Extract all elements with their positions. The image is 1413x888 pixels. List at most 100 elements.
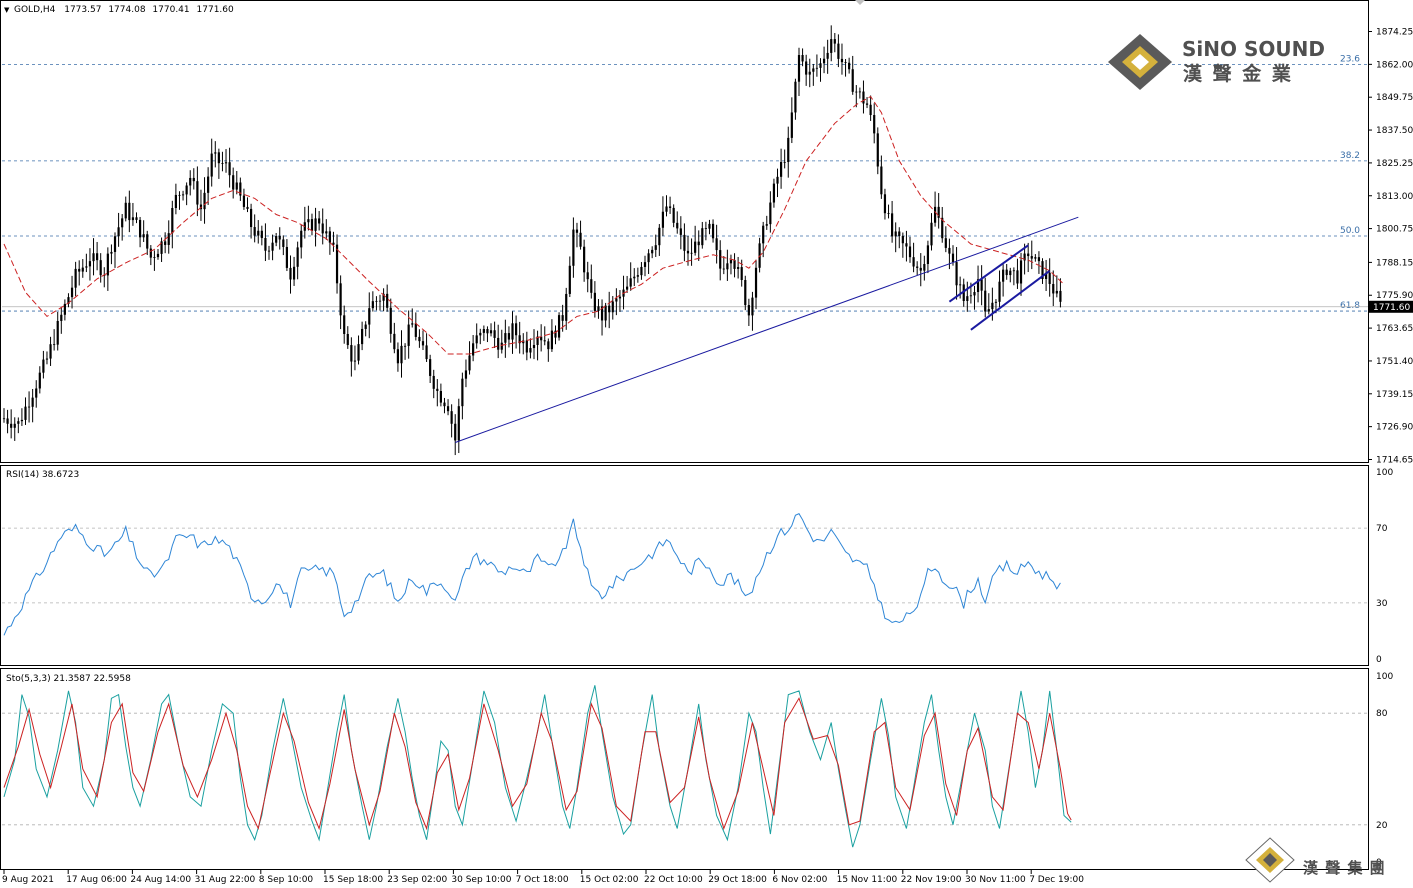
- candle-body: [636, 275, 639, 277]
- candle-body: [797, 55, 801, 82]
- candle-body: [181, 194, 185, 196]
- candle-body: [514, 323, 518, 336]
- candle-body: [178, 194, 181, 196]
- candle-body: [679, 228, 682, 235]
- candle-body: [1048, 272, 1051, 284]
- time-tick-label: 29 Oct 18:00: [708, 875, 767, 885]
- candle-body: [429, 359, 432, 376]
- candle-body: [665, 206, 668, 212]
- support-trendline[interactable]: [455, 216, 1079, 443]
- candle-body: [561, 315, 564, 321]
- candle-body: [368, 308, 371, 325]
- candle-body: [930, 222, 933, 246]
- time-tick-label: 7 Oct 18:00: [516, 875, 569, 885]
- candle-body: [167, 233, 170, 245]
- candle-body: [500, 342, 503, 350]
- candle-body: [511, 323, 514, 340]
- candle-body: [135, 217, 138, 220]
- candle-body: [117, 227, 120, 237]
- brand-name-en: SiNO SOUND: [1182, 37, 1325, 61]
- candle-body: [654, 245, 657, 250]
- candle-body: [110, 251, 113, 254]
- candle-body: [611, 301, 614, 313]
- candle-body: [676, 222, 679, 229]
- symbol-header: GOLD,H4 1773.57 1774.08 1770.41 1771.60: [14, 5, 234, 15]
- candle-body: [848, 62, 851, 70]
- candle-body: [729, 260, 733, 264]
- footer-logo: 漢 聲 集 團: [1245, 837, 1385, 883]
- candle-body: [787, 137, 790, 162]
- candle-body: [887, 213, 890, 215]
- rsi-line: [3, 513, 1061, 636]
- candle-body: [815, 67, 819, 69]
- time-tick-label: 8 Sep 10:00: [259, 875, 314, 885]
- candle-body: [411, 323, 414, 325]
- trading-chart[interactable]: 23.638.250.061.8 1874.251862.001849.7518…: [0, 0, 1413, 888]
- candle-body: [92, 253, 95, 262]
- sto-tick-label: 100: [1376, 672, 1393, 682]
- candle-body: [60, 314, 63, 321]
- candle-body: [883, 194, 887, 214]
- candle-body: [994, 301, 998, 303]
- candle-body: [10, 423, 13, 428]
- candle-body: [421, 341, 425, 346]
- rsi-tick-label: 30: [1376, 599, 1388, 609]
- candle-body: [618, 296, 622, 299]
- candle-body: [726, 263, 729, 270]
- candle-body: [282, 239, 285, 247]
- candle-body: [138, 219, 142, 238]
- candle-body: [668, 206, 672, 208]
- candle-body: [923, 264, 926, 271]
- candle-body: [224, 162, 228, 164]
- rsi-pane-frame: [0, 465, 1369, 666]
- candle-body: [583, 246, 586, 273]
- candle-body: [593, 292, 596, 311]
- candle-body: [432, 375, 435, 389]
- candle-body: [869, 104, 872, 116]
- candle-body: [99, 260, 102, 276]
- candle-body: [812, 68, 815, 72]
- candle-body: [547, 341, 550, 350]
- candle-body: [189, 177, 192, 186]
- candle-body: [1005, 269, 1008, 276]
- candle-body: [296, 247, 299, 267]
- candle-body: [482, 329, 485, 333]
- time-tick-label: 15 Sep 18:00: [323, 875, 383, 885]
- candle-body: [615, 298, 618, 302]
- candle-body: [85, 266, 88, 268]
- time-tick-label: 23 Sep 02:00: [387, 875, 447, 885]
- candle-body: [837, 43, 840, 59]
- candle-body: [113, 236, 117, 252]
- candle-body: [658, 227, 661, 246]
- candle-body: [550, 330, 554, 350]
- candle-body: [779, 162, 783, 177]
- candle-body: [2, 418, 6, 420]
- candle-body: [894, 231, 897, 237]
- candle-body: [876, 133, 879, 167]
- candle-body: [991, 302, 994, 310]
- candle-body: [1009, 270, 1012, 276]
- candle-body: [754, 267, 758, 298]
- candle-body: [400, 345, 403, 364]
- candle-body: [128, 202, 131, 221]
- chart-dropdown-icon[interactable]: ▼: [4, 6, 10, 14]
- time-tick-label: 15 Oct 02:00: [580, 875, 639, 885]
- candle-body: [124, 202, 127, 219]
- candle-body: [450, 411, 453, 424]
- candle-body: [701, 228, 704, 246]
- candle-body: [565, 293, 568, 321]
- candle-body: [908, 246, 912, 258]
- candle-body: [257, 230, 260, 236]
- candle-body: [121, 218, 124, 228]
- candle-body: [769, 202, 772, 225]
- candle-body: [830, 39, 833, 53]
- shift-marker-icon[interactable]: [855, 0, 865, 5]
- candle-body: [203, 192, 206, 210]
- candle-body: [321, 223, 324, 234]
- candle-body: [275, 236, 278, 243]
- candle-body: [6, 418, 9, 424]
- candle-body: [905, 243, 908, 247]
- candle-body: [88, 261, 92, 267]
- candle-body: [446, 406, 450, 412]
- candle-body: [808, 71, 811, 75]
